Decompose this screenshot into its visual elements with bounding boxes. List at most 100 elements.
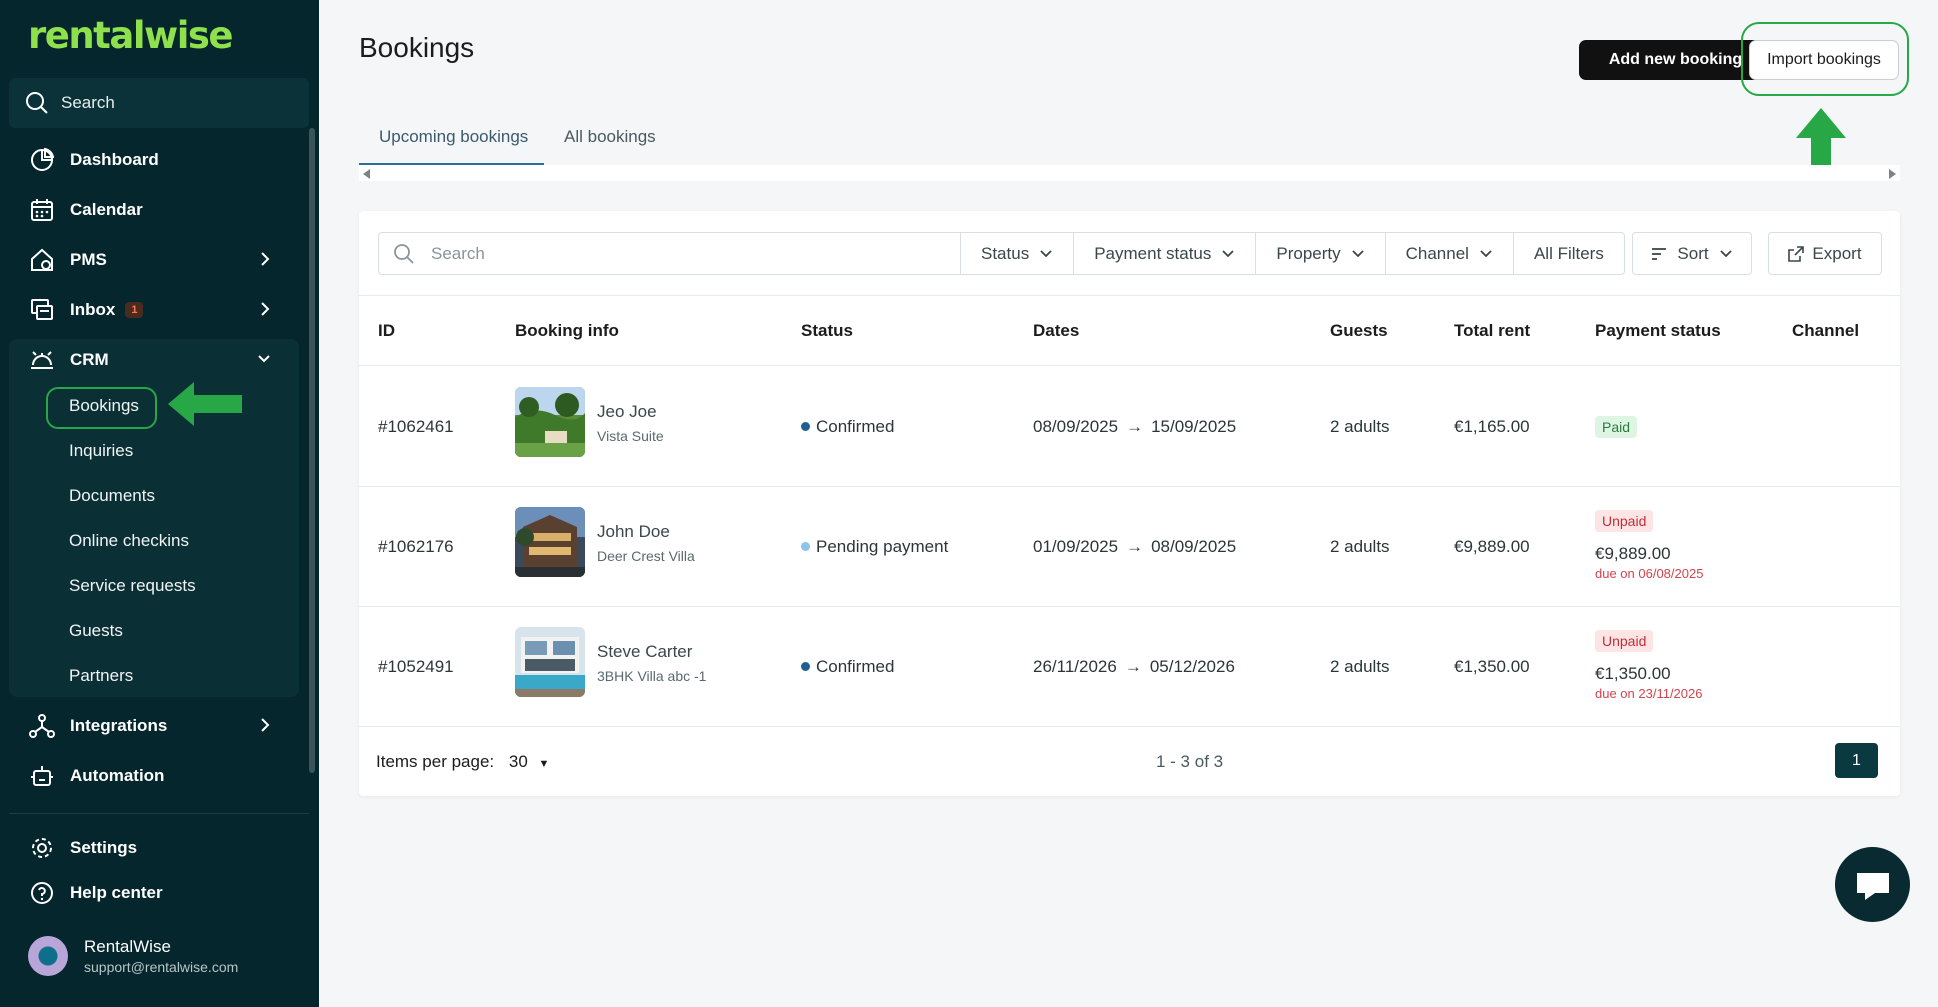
- chevron-down-icon: [1351, 249, 1364, 257]
- chevron-right-icon: [261, 252, 270, 266]
- table-row[interactable]: #1052491 Steve Carter 3BHK Villa abc -1 …: [359, 606, 1900, 726]
- property-thumbnail: [515, 627, 585, 697]
- status-filter[interactable]: Status: [961, 232, 1075, 275]
- chat-support-button[interactable]: [1835, 847, 1910, 922]
- user-email: support@rentalwise.com: [84, 959, 239, 975]
- chevron-down-icon: [1040, 249, 1052, 257]
- guest-count: 2 adults: [1330, 657, 1390, 676]
- status-label: Pending payment: [816, 537, 949, 556]
- sidebar-item-inbox[interactable]: Inbox 1: [0, 289, 300, 331]
- status-filter-label: Status: [981, 243, 1030, 263]
- amount-due: €9,889.00: [1595, 544, 1671, 563]
- sidebar-item-automation[interactable]: Automation: [0, 755, 300, 797]
- sort-button[interactable]: Sort: [1632, 232, 1752, 275]
- crm-sub-partners[interactable]: Partners: [69, 666, 133, 686]
- booking-dates: 26/11/2026 → 05/12/2026: [1033, 657, 1235, 677]
- crm-sub-service-requests[interactable]: Service requests: [69, 576, 196, 596]
- column-header-channel[interactable]: Channel: [1792, 321, 1859, 341]
- sidebar-item-settings[interactable]: Settings: [0, 827, 300, 869]
- scroll-right-icon[interactable]: [1889, 169, 1896, 179]
- booking-status: Confirmed: [801, 417, 894, 437]
- column-header-status[interactable]: Status: [801, 321, 853, 341]
- tab-all-bookings[interactable]: All bookings: [564, 127, 656, 147]
- sidebar-item-integrations[interactable]: Integrations: [0, 705, 300, 747]
- export-button[interactable]: Export: [1768, 232, 1882, 275]
- column-header-id[interactable]: ID: [378, 321, 395, 341]
- tab-scroll-strip[interactable]: [359, 165, 1900, 181]
- external-link-icon: [1788, 245, 1805, 262]
- property-filter[interactable]: Property: [1256, 232, 1386, 275]
- crm-sub-documents[interactable]: Documents: [69, 486, 155, 506]
- inbox-icon: [28, 296, 56, 324]
- crm-sub-online-checkins[interactable]: Online checkins: [69, 531, 189, 551]
- sidebar-item-label: Help center: [70, 883, 163, 902]
- sidebar-search-label: Search: [61, 93, 115, 112]
- column-header-total-rent[interactable]: Total rent: [1454, 321, 1530, 341]
- pie-chart-icon: [28, 146, 56, 174]
- start-date: 26/11/2026: [1033, 657, 1117, 676]
- user-profile[interactable]: RentalWise support@rentalwise.com: [28, 936, 238, 976]
- table-row[interactable]: #1062461 Jeo Joe Vista Suite Confirmed 0…: [359, 366, 1900, 486]
- arrow-right-icon: →: [1126, 537, 1144, 556]
- column-header-dates[interactable]: Dates: [1033, 321, 1079, 341]
- due-date: due on 23/11/2026: [1595, 686, 1703, 701]
- calendar-icon: [28, 196, 56, 224]
- page-1-button[interactable]: 1: [1835, 743, 1878, 778]
- bookings-search-input[interactable]: Search: [378, 232, 961, 275]
- payment-status-filter-label: Payment status: [1094, 243, 1212, 263]
- scroll-left-icon[interactable]: [363, 169, 370, 179]
- chevron-right-icon: [261, 302, 270, 316]
- booking-id: #1052491: [378, 657, 454, 676]
- status-dot: [801, 542, 810, 551]
- status-dot: [801, 662, 810, 671]
- items-per-page-value: 30: [508, 752, 528, 771]
- brand-logo[interactable]: rentalwise: [28, 14, 234, 57]
- all-filters-button[interactable]: All Filters: [1513, 232, 1625, 275]
- sidebar-item-help-center[interactable]: Help center: [0, 872, 300, 914]
- home-settings-icon: [28, 246, 56, 274]
- start-date: 08/09/2025: [1033, 417, 1119, 436]
- crm-sub-inquiries[interactable]: Inquiries: [69, 441, 133, 461]
- network-icon: [28, 712, 56, 740]
- sidebar-item-pms[interactable]: PMS: [0, 239, 300, 281]
- sidebar-item-label: CRM: [70, 350, 109, 369]
- items-per-page-label: Items per page:: [376, 752, 495, 771]
- booking-id: #1062461: [378, 417, 454, 436]
- property-filter-label: Property: [1276, 243, 1341, 263]
- guest-name[interactable]: John Doe: [597, 522, 670, 542]
- sort-icon: [1652, 247, 1667, 260]
- chevron-down-icon: [1719, 249, 1732, 257]
- search-icon: [394, 243, 414, 264]
- import-highlight-annotation: [1741, 22, 1909, 96]
- table-row[interactable]: #1062176 John Doe Deer Crest Villa Pendi…: [359, 486, 1900, 606]
- guest-count: 2 adults: [1330, 537, 1390, 556]
- guest-name[interactable]: Jeo Joe: [597, 402, 657, 422]
- sidebar-divider: [9, 813, 309, 814]
- guest-name[interactable]: Steve Carter: [597, 642, 692, 662]
- sidebar-item-calendar[interactable]: Calendar: [0, 189, 300, 231]
- items-per-page-select[interactable]: 30 ▼: [509, 752, 550, 771]
- booking-id: #1062176: [378, 537, 454, 556]
- property-name: Vista Suite: [597, 428, 664, 444]
- column-header-guests[interactable]: Guests: [1330, 321, 1388, 341]
- end-date: 15/09/2025: [1151, 417, 1237, 436]
- payment-status-badge: Paid: [1595, 416, 1638, 438]
- booking-status: Confirmed: [801, 657, 894, 677]
- channel-filter[interactable]: Channel: [1385, 232, 1514, 275]
- tab-upcoming-bookings[interactable]: Upcoming bookings: [379, 127, 528, 147]
- column-header-booking-info[interactable]: Booking info: [515, 321, 619, 341]
- chevron-right-icon: [261, 718, 270, 732]
- bookings-card: Search Status Payment status Property Ch…: [359, 211, 1900, 796]
- sidebar-item-crm[interactable]: CRM: [0, 339, 300, 381]
- crm-sub-guests[interactable]: Guests: [69, 621, 123, 641]
- payment-status-badge: Unpaid: [1595, 630, 1654, 652]
- column-header-payment-status[interactable]: Payment status: [1595, 321, 1721, 341]
- sidebar-scrollbar[interactable]: [309, 128, 315, 773]
- chevron-down-icon: [1222, 249, 1235, 257]
- amount-due: €1,350.00: [1595, 664, 1671, 683]
- sidebar-search[interactable]: Search: [9, 78, 309, 128]
- caret-down-icon: ▼: [538, 758, 550, 770]
- total-rent: €1,350.00: [1454, 657, 1530, 676]
- payment-status-filter[interactable]: Payment status: [1074, 232, 1257, 275]
- sidebar-item-dashboard[interactable]: Dashboard: [0, 139, 300, 181]
